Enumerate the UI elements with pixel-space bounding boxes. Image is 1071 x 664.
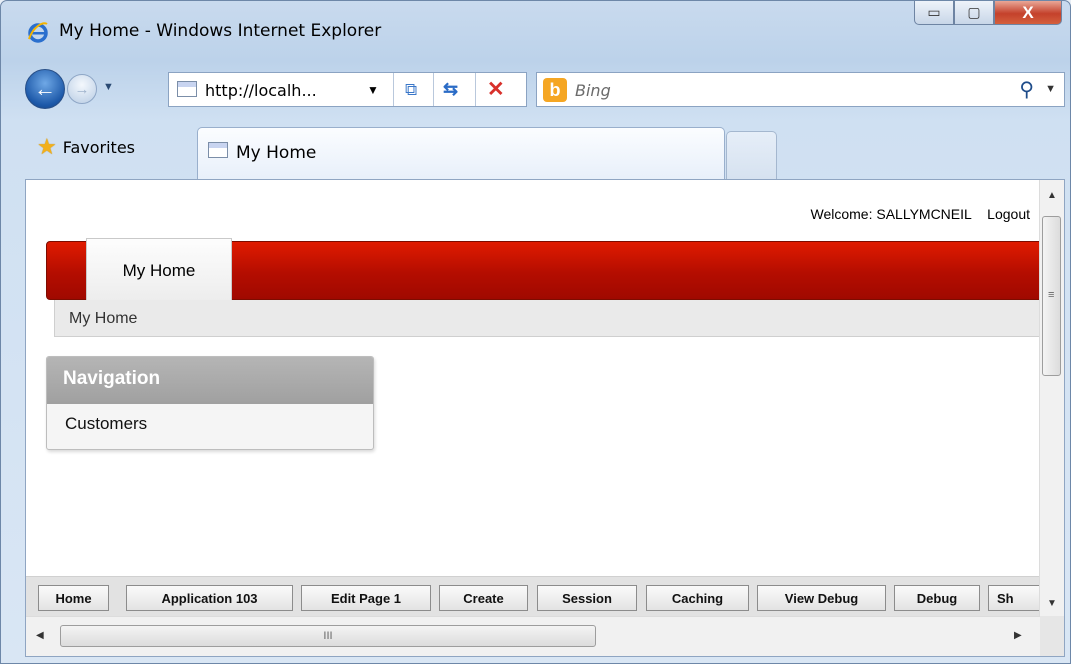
divider (475, 73, 476, 106)
search-options-dropdown-icon[interactable]: ▼ (1045, 83, 1056, 95)
address-bar[interactable]: http://localh... ▼ ⧉ ⇆ ✕ (168, 72, 527, 107)
back-icon: ← (34, 76, 56, 101)
forward-button[interactable]: → (67, 74, 97, 104)
page-icon (177, 81, 197, 97)
dev-caching-button[interactable]: Caching (646, 585, 749, 611)
window-controls: ▭ ▢ X (914, 1, 1062, 25)
search-input[interactable]: Bing (575, 81, 611, 100)
dev-session-button[interactable]: Session (537, 585, 637, 611)
recent-pages-dropdown-icon[interactable]: ▼ (103, 81, 114, 93)
internet-explorer-icon (28, 22, 48, 43)
divider (433, 73, 434, 106)
minimize-button[interactable]: ▭ (914, 1, 954, 25)
search-icon[interactable]: ⚲ (1019, 77, 1034, 102)
refresh-icon[interactable]: ⇆ (443, 79, 458, 100)
scroll-right-icon[interactable]: ▶ (1014, 630, 1022, 641)
address-dropdown-icon[interactable]: ▼ (367, 83, 379, 97)
horizontal-scrollbar[interactable]: ◀ III ▶ (26, 616, 1040, 656)
navigation-region-title: Navigation (47, 357, 373, 404)
tab-my-home[interactable]: My Home (197, 127, 725, 181)
bing-logo-icon: b (543, 78, 567, 102)
dev-view-debug-button[interactable]: View Debug (757, 585, 886, 611)
window-title: My Home - Windows Internet Explorer (59, 21, 382, 41)
user-welcome: Welcome: SALLYMCNEIL Logout (810, 206, 1030, 222)
maximize-button[interactable]: ▢ (954, 1, 994, 25)
star-icon: ★ (37, 134, 57, 160)
breadcrumb: My Home (54, 300, 1042, 337)
favorites-label: Favorites (62, 137, 136, 157)
dev-show-button[interactable]: Sh (988, 585, 1040, 611)
grip-icon: ≡ (1048, 289, 1055, 301)
dev-edit-page-button[interactable]: Edit Page 1 (301, 585, 431, 611)
welcome-text: Welcome: SALLYMCNEIL (810, 206, 972, 222)
scroll-left-icon[interactable]: ◀ (36, 630, 44, 641)
close-button[interactable]: X (994, 1, 1062, 25)
stop-icon[interactable]: ✕ (487, 77, 505, 102)
developer-toolbar: Home Application 103 Edit Page 1 Create … (26, 576, 1040, 617)
forward-icon: → (74, 80, 90, 98)
vertical-scroll-thumb[interactable]: ≡ (1042, 216, 1061, 376)
back-button[interactable]: ← (25, 69, 65, 109)
title-bar: My Home - Windows Internet Explorer ▭ ▢ … (1, 1, 1070, 63)
tab-my-home-app[interactable]: My Home (86, 238, 232, 300)
logout-link[interactable]: Logout (987, 206, 1030, 222)
scrollbar-corner (1040, 616, 1064, 656)
search-box[interactable]: b Bing ⚲ ▼ (536, 72, 1065, 107)
compatibility-view-icon[interactable]: ⧉ (405, 80, 417, 100)
scroll-up-icon[interactable]: ▲ (1047, 190, 1057, 201)
dev-application-button[interactable]: Application 103 (126, 585, 293, 611)
navigation-region: Navigation Customers (46, 356, 374, 450)
page-icon (208, 142, 228, 158)
divider (393, 73, 394, 106)
horizontal-scroll-thumb[interactable]: III (60, 625, 596, 647)
dev-create-button[interactable]: Create (439, 585, 528, 611)
navigation-toolbar: ← → ▼ http://localh... ▼ ⧉ ⇆ ✕ b Bing ⚲ … (1, 63, 1070, 117)
dev-debug-button[interactable]: Debug (894, 585, 980, 611)
page-viewport: Welcome: SALLYMCNEIL Logout My Home My H… (25, 179, 1065, 657)
tab-label: My Home (236, 143, 317, 163)
favorites-button[interactable]: ★ Favorites (27, 127, 192, 167)
new-tab-button[interactable] (726, 131, 777, 179)
tab-bar: ★ Favorites My Home (1, 123, 1070, 181)
scroll-down-icon[interactable]: ▼ (1047, 598, 1057, 609)
browser-window: My Home - Windows Internet Explorer ▭ ▢ … (0, 0, 1071, 664)
nav-link-customers[interactable]: Customers (47, 404, 373, 434)
url-input[interactable]: http://localh... (205, 81, 317, 100)
vertical-scrollbar[interactable]: ▲ ≡ ▼ (1039, 180, 1064, 616)
dev-home-button[interactable]: Home (38, 585, 109, 611)
